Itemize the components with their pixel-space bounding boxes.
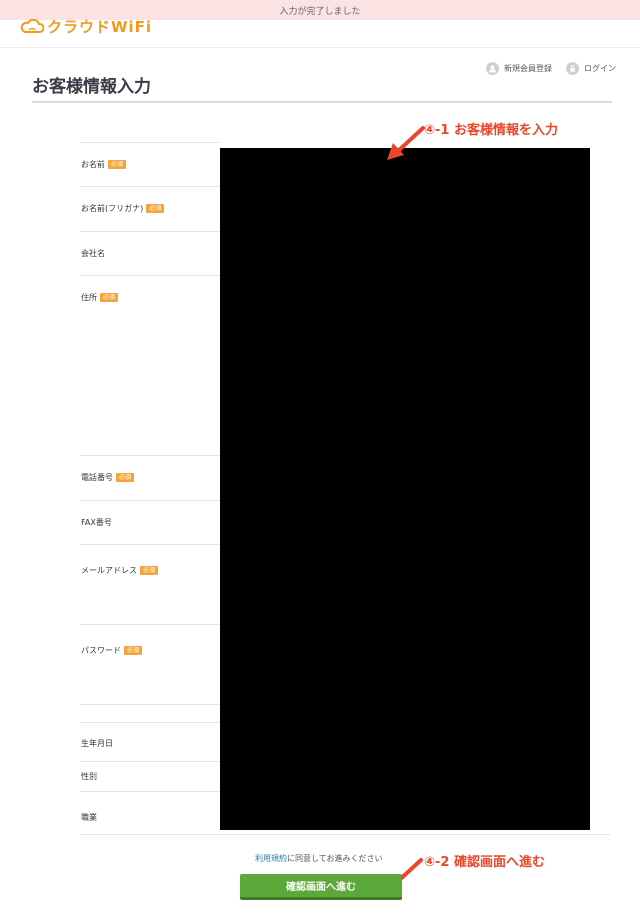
toast-message: 入力が完了しました bbox=[279, 6, 361, 17]
required-badge: 必須 bbox=[140, 566, 159, 575]
field-label-company: 会社名 bbox=[81, 249, 105, 258]
form-row-password: パスワード 必須 bbox=[80, 624, 220, 705]
field-label-name: お名前 bbox=[81, 160, 105, 169]
field-label-password: パスワード bbox=[81, 646, 121, 655]
form-row-name: お名前 必須 bbox=[80, 142, 220, 187]
field-label-email: メールアドレス bbox=[81, 566, 137, 575]
field-label-address: 住所 bbox=[81, 293, 97, 302]
user-icon bbox=[486, 62, 499, 75]
field-label-birthday: 生年月日 bbox=[81, 739, 113, 748]
site-logo[interactable]: クラウドWiFi bbox=[20, 16, 152, 36]
required-badge: 必須 bbox=[116, 473, 135, 482]
login-label: ログイン bbox=[584, 64, 616, 73]
form-row-company: 会社名 bbox=[80, 231, 220, 276]
user-nav: 新規会員登録 ログイン bbox=[486, 62, 616, 75]
form-row-birthday: 生年月日 bbox=[80, 722, 220, 762]
form-row-spacer bbox=[80, 704, 220, 723]
cloud-logo-icon bbox=[20, 18, 44, 33]
terms-notice: 利用規約に同意してお進みください bbox=[255, 853, 383, 864]
form-row-name-kana: お名前(フリガナ) 必須 bbox=[80, 186, 220, 232]
field-label-phone: 電話番号 bbox=[81, 473, 113, 482]
lock-icon bbox=[566, 62, 579, 75]
required-badge: 必須 bbox=[108, 160, 127, 169]
required-badge: 必須 bbox=[100, 293, 119, 302]
confirm-button[interactable]: 確認画面へ進む bbox=[240, 874, 402, 900]
form-row-address: 住所 必須 bbox=[80, 275, 220, 456]
form-row-fax: FAX番号 bbox=[80, 500, 220, 545]
required-badge: 必須 bbox=[146, 204, 165, 213]
annotation-step2: ④-2 確認画面へ進む bbox=[424, 855, 545, 870]
form-row-occupation: 職業 bbox=[80, 791, 220, 835]
terms-link[interactable]: 利用規約 bbox=[255, 854, 287, 863]
title-divider bbox=[32, 101, 612, 103]
field-label-gender: 性別 bbox=[81, 772, 97, 781]
form-bottom-divider bbox=[80, 834, 610, 835]
page-title: お客様情報入力 bbox=[32, 77, 151, 97]
redacted-input-area bbox=[220, 148, 590, 830]
form-row-phone: 電話番号 必須 bbox=[80, 455, 220, 501]
form-row-email: メールアドレス 必須 bbox=[80, 544, 220, 625]
required-badge: 必須 bbox=[124, 646, 143, 655]
annotation-arrow-step1-icon bbox=[387, 126, 425, 160]
field-label-name-kana: お名前(フリガナ) bbox=[81, 204, 144, 213]
login-link[interactable]: ログイン bbox=[566, 62, 616, 75]
site-header: クラウドWiFi bbox=[0, 18, 640, 48]
field-label-occupation: 職業 bbox=[81, 813, 97, 822]
field-label-fax: FAX番号 bbox=[81, 518, 112, 527]
annotation-step1: ④-1 お客様情報を入力 bbox=[424, 123, 558, 138]
register-link[interactable]: 新規会員登録 bbox=[486, 62, 552, 75]
form-row-gender: 性別 bbox=[80, 761, 220, 792]
register-label: 新規会員登録 bbox=[504, 64, 552, 73]
terms-suffix: に同意してお進みください bbox=[287, 854, 383, 863]
logo-text: クラウドWiFi bbox=[47, 17, 153, 36]
